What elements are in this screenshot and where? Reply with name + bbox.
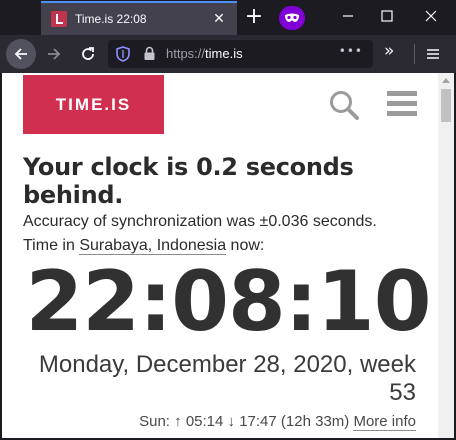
url-scheme: https:// bbox=[166, 46, 206, 61]
overflow-menu-button[interactable]: » bbox=[384, 41, 394, 61]
reload-icon bbox=[82, 47, 94, 60]
maximize-button[interactable] bbox=[377, 8, 397, 28]
sync-accuracy-text: Accuracy of synchronization was ±0.036 s… bbox=[23, 213, 377, 230]
clock-offset-headline: Your clock is 0.2 seconds behind. bbox=[23, 153, 354, 209]
scroll-up-arrow-icon[interactable] bbox=[442, 78, 450, 83]
forward-arrow-icon bbox=[48, 48, 61, 60]
current-time-display: 22:08:10 bbox=[25, 253, 432, 350]
scrollbar-thumb[interactable] bbox=[441, 89, 451, 122]
reload-button[interactable] bbox=[73, 39, 103, 69]
toolbar-divider bbox=[414, 44, 415, 64]
url-text[interactable]: https://time.is bbox=[166, 46, 243, 61]
private-mask-icon[interactable] bbox=[279, 6, 305, 30]
vertical-scrollbar[interactable] bbox=[438, 73, 454, 438]
lock-icon[interactable] bbox=[143, 46, 156, 61]
back-button[interactable] bbox=[6, 39, 36, 69]
sunset-time: 17:47 bbox=[239, 413, 277, 430]
url-host: time.is bbox=[205, 46, 243, 61]
current-date: Monday, December 28, 2020, week 53 bbox=[38, 351, 416, 406]
shield-icon[interactable] bbox=[116, 46, 130, 62]
sunrise-time: 05:14 bbox=[185, 413, 224, 430]
tab-close-icon[interactable]: ✕ bbox=[211, 11, 227, 27]
app-menu-button[interactable] bbox=[426, 46, 440, 65]
window-close-button[interactable] bbox=[421, 8, 441, 28]
navigation-toolbar: https://time.is ••• » bbox=[0, 35, 456, 73]
page-actions-button[interactable]: ••• bbox=[339, 44, 363, 58]
tab-title: Time.is 22:08 bbox=[75, 12, 147, 26]
address-bar[interactable]: https://time.is ••• bbox=[108, 40, 373, 68]
more-info-link[interactable]: More info bbox=[353, 413, 416, 431]
active-tab[interactable]: Time.is 22:08 ✕ bbox=[41, 1, 237, 35]
sunset-icon: ↓ bbox=[223, 413, 240, 430]
site-logo[interactable]: TIME.IS bbox=[23, 75, 164, 134]
forward-button[interactable] bbox=[39, 39, 69, 69]
day-length: (12h 33m) bbox=[280, 413, 350, 430]
tab-strip: Time.is 22:08 ✕ + bbox=[0, 0, 456, 35]
favicon-icon bbox=[51, 11, 67, 27]
minimize-button[interactable] bbox=[338, 8, 358, 28]
search-icon[interactable] bbox=[328, 89, 360, 121]
logo-text: TIME.IS bbox=[55, 94, 132, 114]
page-content: TIME.IS Your clock is 0.2 seconds behind… bbox=[2, 73, 454, 438]
sun-info: Sun: ↑ 05:14 ↓ 17:47 (12h 33m) More info bbox=[139, 413, 416, 431]
sunrise-icon: ↑ bbox=[174, 413, 186, 430]
back-arrow-icon bbox=[14, 48, 27, 60]
hamburger-menu-icon bbox=[427, 49, 439, 59]
site-menu-icon[interactable] bbox=[387, 91, 417, 117]
new-tab-button[interactable]: + bbox=[243, 6, 265, 28]
